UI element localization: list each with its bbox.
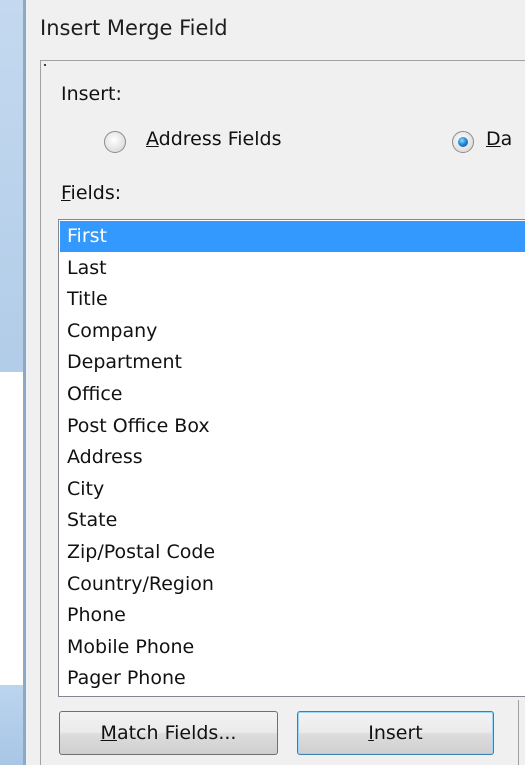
address-fields-radio[interactable] [104,131,126,153]
fields-label-rest: ields: [70,182,122,204]
list-item-mobile-phone[interactable]: Mobile Phone [60,632,525,663]
list-item-last[interactable]: Last [60,253,525,284]
list-item-office[interactable]: Office [60,379,525,410]
database-fields-radio-label[interactable]: Da [486,128,512,150]
list-item-country-region[interactable]: Country/Region [60,569,525,600]
address-fields-radio-label[interactable]: Address Fields [146,128,281,150]
list-item-city[interactable]: City [60,474,525,505]
list-item-phone[interactable]: Phone [60,600,525,631]
list-item-department[interactable]: Department [60,347,525,378]
fields-listbox[interactable]: First Last Title Company Department Office Pos… [58,219,525,697]
address-fields-label-rest: ddress Fields [158,128,282,150]
address-fields-accelerator: A [146,128,159,150]
database-fields-label-rest: a [500,128,513,150]
list-item-pager-phone[interactable]: Pager Phone [60,663,525,694]
insert-button-label-rest: nsert [373,722,423,744]
list-item-company[interactable]: Company [60,316,525,347]
dialog-title: Insert Merge Field [40,16,228,40]
list-item-address[interactable]: Address [60,442,525,473]
insert-button[interactable]: Insert [297,711,494,755]
insert-label: Insert: [61,83,122,105]
fields-label: Fields: [61,182,121,204]
database-fields-accelerator: D [486,128,501,150]
list-item-title[interactable]: Title [60,284,525,315]
list-item-zip-postal-code[interactable]: Zip/Postal Code [60,537,525,568]
database-fields-radio[interactable] [452,131,474,153]
match-fields-label-rest: atch Fields... [116,722,237,744]
focus-dot [44,64,46,66]
match-fields-button[interactable]: Match Fields... [59,711,278,755]
divider [518,700,519,765]
list-item-state[interactable]: State [60,505,525,536]
list-item-first[interactable]: First [60,221,525,252]
list-item-post-office-box[interactable]: Post Office Box [60,411,525,442]
fields-accelerator: F [61,182,71,204]
match-fields-accelerator: M [100,722,117,744]
